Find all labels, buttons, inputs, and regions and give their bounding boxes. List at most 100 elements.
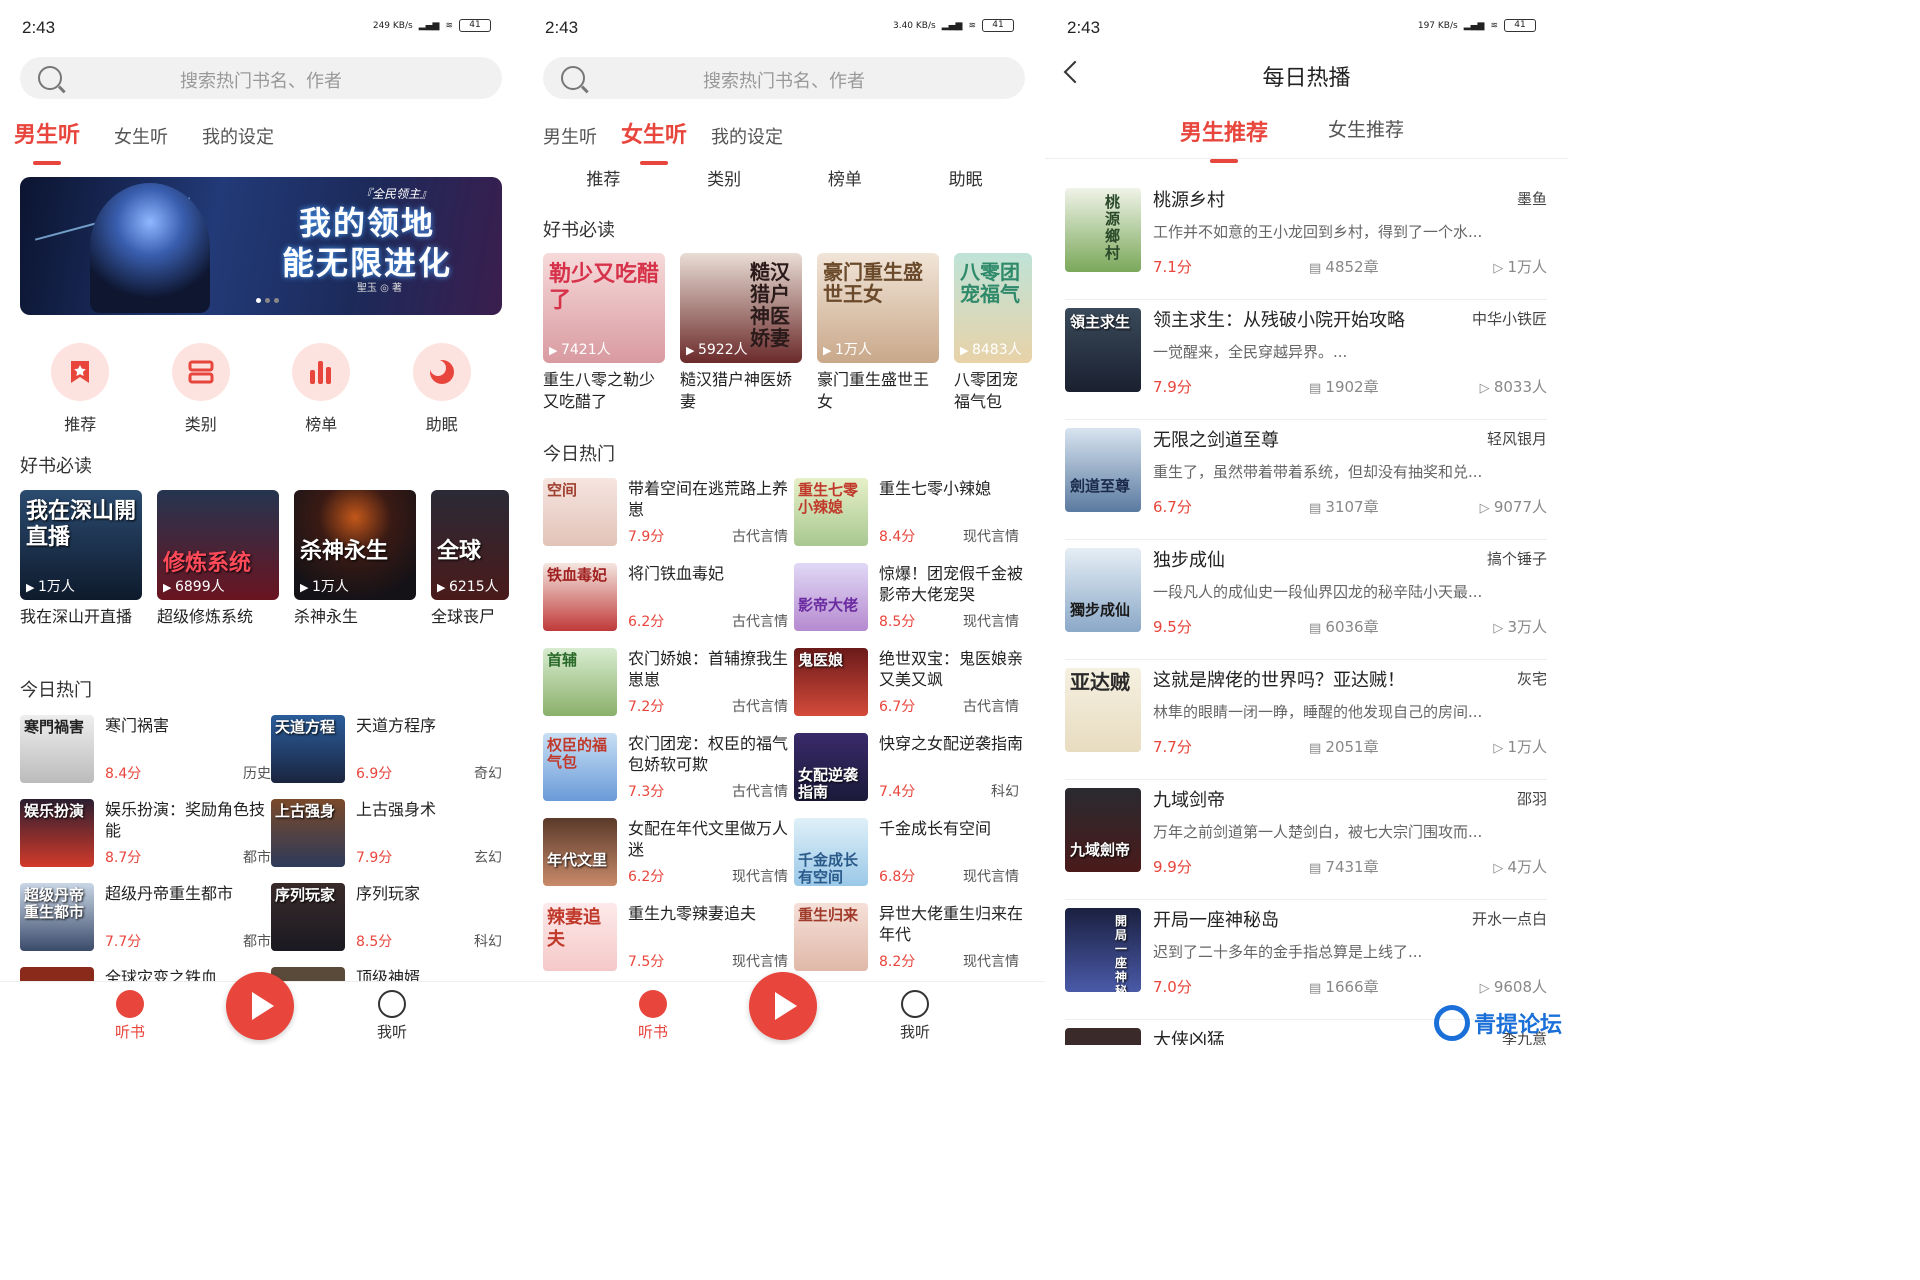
hot-item[interactable]: 千金成长有空间 千金成长有空间 6.8分 现代言情 (794, 818, 1025, 888)
tab-female-recommend[interactable]: 女生推荐 (1328, 115, 1404, 147)
chapter-count: 4852章 (1309, 256, 1378, 277)
nav-listen[interactable]: 听书 (100, 990, 160, 1042)
hot-item[interactable]: 天道方程 天道方程序 6.9分 奇幻 (271, 715, 502, 785)
subtab-category[interactable]: 类别 (707, 165, 741, 190)
list-item[interactable]: 亚达贼 这就是牌佬的世界吗？亚达贼！ 灰宅 林隼的眼睛一闭一睁，睡醒的他发现自己的房间… (1065, 660, 1547, 780)
hot-item[interactable]: 上古强身 上古强身术 7.9分 玄幻 (271, 799, 502, 869)
today-hot-heading: 今日热门 (543, 444, 615, 465)
wifi-icon: ≋ (968, 20, 976, 31)
book-card[interactable]: 八零团宠福气8483人八零团宠福气包 (954, 253, 1032, 413)
tab-female-listen[interactable]: 女生听 (114, 123, 168, 149)
book-card[interactable]: 全球6215人全球丧尸 (431, 490, 509, 650)
subtab-ranking[interactable]: 榜单 (828, 165, 862, 190)
hot-item[interactable]: 空间 带着空间在逃荒路上养崽 7.9分 古代言情 (543, 478, 794, 548)
battery-icon: 41 (1504, 19, 1536, 32)
tab-male-listen[interactable]: 男生听 (14, 117, 80, 165)
tab-male-listen[interactable]: 男生听 (543, 123, 597, 149)
list-item[interactable]: 開局一座神秘島开局一座神秘岛开水一点白迟到了二十多年的金手指总算是上线了...7… (1065, 900, 1547, 1020)
subtab-sleep[interactable]: 助眠 (949, 165, 983, 190)
status-bar: 2:43 3.40 KB/s ▂▄▆ ≋ 41 (545, 18, 1024, 40)
list-item[interactable]: 劍道至尊 无限之剑道至尊 轻风银月 重生了，虽然带着带着系统，但却没有抽奖和兑... 6… (1065, 420, 1547, 540)
hot-item[interactable]: 年代文里 女配在年代文里做万人迷 6.2分 现代言情 (543, 818, 794, 888)
play-button[interactable] (749, 972, 817, 1040)
quick-category[interactable]: 类别 (166, 343, 236, 435)
nav-mine[interactable]: 我听 (885, 990, 945, 1042)
divider (1045, 158, 1568, 159)
hero-banner[interactable]: 『全民领主』 我的领地 能无限进化 聖玉 ◎ 著 (20, 177, 502, 315)
listen-icon (639, 990, 667, 1018)
hot-list: 空间 带着空间在逃荒路上养崽 7.9分 古代言情 重生七零小辣媳 重生七零小辣媳 8.4分… (543, 478, 1025, 973)
hot-item[interactable]: 权臣的福气包 农门团宠：权臣的福气包娇软可欺 7.3分 古代言情 (543, 733, 794, 803)
bottom-nav: 听书 我听 (0, 972, 523, 1045)
score: 7.1分 (1153, 258, 1192, 276)
list-item[interactable]: 九域劍帝九域剑帝邵羽万年之前剑道第一人楚剑白，被七大宗门围攻而...9.9分74… (1065, 780, 1547, 900)
signal-icon: ▂▄▆ (941, 20, 963, 31)
book-card[interactable]: 勒少又吃醋了7421人重生八零之勒少又吃醋了 (543, 253, 665, 413)
hot-item[interactable]: 重生七零小辣媳 重生七零小辣媳 8.4分 现代言情 (794, 478, 1025, 548)
banner-title: 我的领地 能无限进化 (281, 204, 452, 282)
hot-item[interactable]: 鬼医娘 绝世双宝：鬼医娘亲又美又飒 6.7分 古代言情 (794, 648, 1025, 718)
hot-item[interactable]: 重生归来 异世大佬重生归来在年代 8.2分 现代言情 (794, 903, 1025, 973)
book-card[interactable]: 糙汉猎户神医娇妻5922人糙汉猎户神医娇妻 (680, 253, 802, 413)
must-read-list: 我在深山開直播1万人我在深山开直播 修炼系统6899人超级修炼系统 杀神永生1万… (20, 490, 509, 650)
listen-icon (116, 990, 144, 1018)
battery-icon: 41 (459, 19, 491, 32)
category-icon (188, 360, 214, 384)
hot-item[interactable]: 女配逆袭指南 快穿之女配逆袭指南 7.4分 科幻 (794, 733, 1025, 803)
book-card[interactable]: 杀神永生1万人杀神永生 (294, 490, 416, 650)
hot-item[interactable]: 铁血毒妃 将门铁血毒妃 6.2分 古代言情 (543, 563, 794, 633)
tab-male-recommend[interactable]: 男生推荐 (1180, 115, 1268, 163)
carousel-dots (256, 298, 279, 303)
signal-icon: ▂▄▆ (418, 20, 440, 31)
battery-icon: 41 (982, 19, 1014, 32)
hot-item[interactable]: 超级丹帝重生都市 超级丹帝重生都市 7.7分 都市 (20, 883, 271, 953)
description: 工作并不如意的王小龙回到乡村，得到了一个水... (1153, 223, 1483, 241)
list-item[interactable]: 桃源鄉村桃源乡村墨鱼工作并不如意的王小龙回到乡村，得到了一个水...7.1分48… (1065, 180, 1547, 300)
nav-listen[interactable]: 听书 (623, 990, 683, 1042)
hot-item[interactable]: 首辅 农门娇娘：首辅撩我生崽崽 7.2分 古代言情 (543, 648, 794, 718)
play-count: 1万人 (26, 576, 75, 596)
search-bar[interactable]: 搜索热门书名、作者 (20, 57, 502, 99)
hot-item[interactable]: 影帝大佬 惊爆！团宠假千金被影帝大佬宠哭 8.5分 现代言情 (794, 563, 1025, 633)
quick-recommend[interactable]: 推荐 (45, 343, 115, 435)
sub-tabs: 推荐 类别 榜单 助眠 (543, 165, 1026, 190)
status-bar: 2:43 197 KB/s ▂▄▆ ≋ 41 (1067, 18, 1546, 40)
play-button[interactable] (226, 972, 294, 1040)
search-placeholder: 搜索热门书名、作者 (180, 71, 342, 92)
tab-female-listen[interactable]: 女生听 (621, 117, 687, 165)
book-card[interactable]: 我在深山開直播1万人我在深山开直播 (20, 490, 142, 650)
search-bar[interactable]: 搜索热门书名、作者 (543, 57, 1025, 99)
author: 墨鱼 (1516, 190, 1547, 208)
tab-settings[interactable]: 我的设定 (711, 123, 783, 149)
quick-ranking[interactable]: 榜单 (286, 343, 356, 435)
list-item[interactable]: 獨步成仙 独步成仙 搞个锤子 一段凡人的成仙史一段仙界囚龙的秘辛陆小天最... 9.5分… (1065, 540, 1547, 660)
nav-mine[interactable]: 我听 (362, 990, 422, 1042)
page-title: 每日热播 (1262, 66, 1351, 91)
book-card[interactable]: 修炼系统6899人超级修炼系统 (157, 490, 279, 650)
hot-item[interactable]: 序列玩家 序列玩家 8.5分 科幻 (271, 883, 502, 953)
genre: 玄幻 (474, 850, 502, 866)
score: 8.7分 (105, 850, 142, 866)
score: 6.9分 (356, 766, 393, 782)
hot-item[interactable]: 寒門禍害 寒门祸害 8.4分 历史 (20, 715, 271, 785)
top-tabs: 男生听 女生听 我的设定 (543, 117, 783, 165)
tab-settings[interactable]: 我的设定 (202, 123, 274, 149)
quick-entries: 推荐 类别 榜单 助眠 (20, 343, 502, 435)
list-item[interactable]: 領主求生 领主求生：从残破小院开始攻略 中华小铁匠 一觉醒来，全民穿越异界。... 7.… (1065, 300, 1547, 420)
forum-watermark: 青提论坛 (1433, 1005, 1562, 1041)
book-card[interactable]: 豪门重生盛世王女1万人豪门重生盛世王女 (817, 253, 939, 413)
banner-tag: 『全民领主』 (359, 187, 432, 201)
subtab-recommend[interactable]: 推荐 (586, 165, 620, 190)
banner-author: 聖玉 ◎ 著 (356, 283, 402, 294)
must-read-heading: 好书必读 (20, 456, 92, 477)
play-count: 6215人 (437, 576, 499, 596)
must-read-heading: 好书必读 (543, 220, 615, 241)
status-bar: 2:43 249 KB/s ▂▄▆ ≋ 41 (22, 18, 501, 40)
hot-item[interactable]: 娱乐扮演 娱乐扮演：奖励角色技能 8.7分 都市 (20, 799, 271, 869)
quick-sleep[interactable]: 助眠 (407, 343, 477, 435)
score: 7.7分 (105, 934, 142, 950)
bottom-nav: 听书 我听 (523, 972, 1046, 1045)
hot-item[interactable]: 辣妻追夫 重生九零辣妻追夫 7.5分 现代言情 (543, 903, 794, 973)
play-count: 1万人 (1493, 256, 1547, 277)
screen-male-listen: 2:43 249 KB/s ▂▄▆ ≋ 41 搜索热门书名、作者 男生听 女生听 我的… (0, 0, 523, 1045)
